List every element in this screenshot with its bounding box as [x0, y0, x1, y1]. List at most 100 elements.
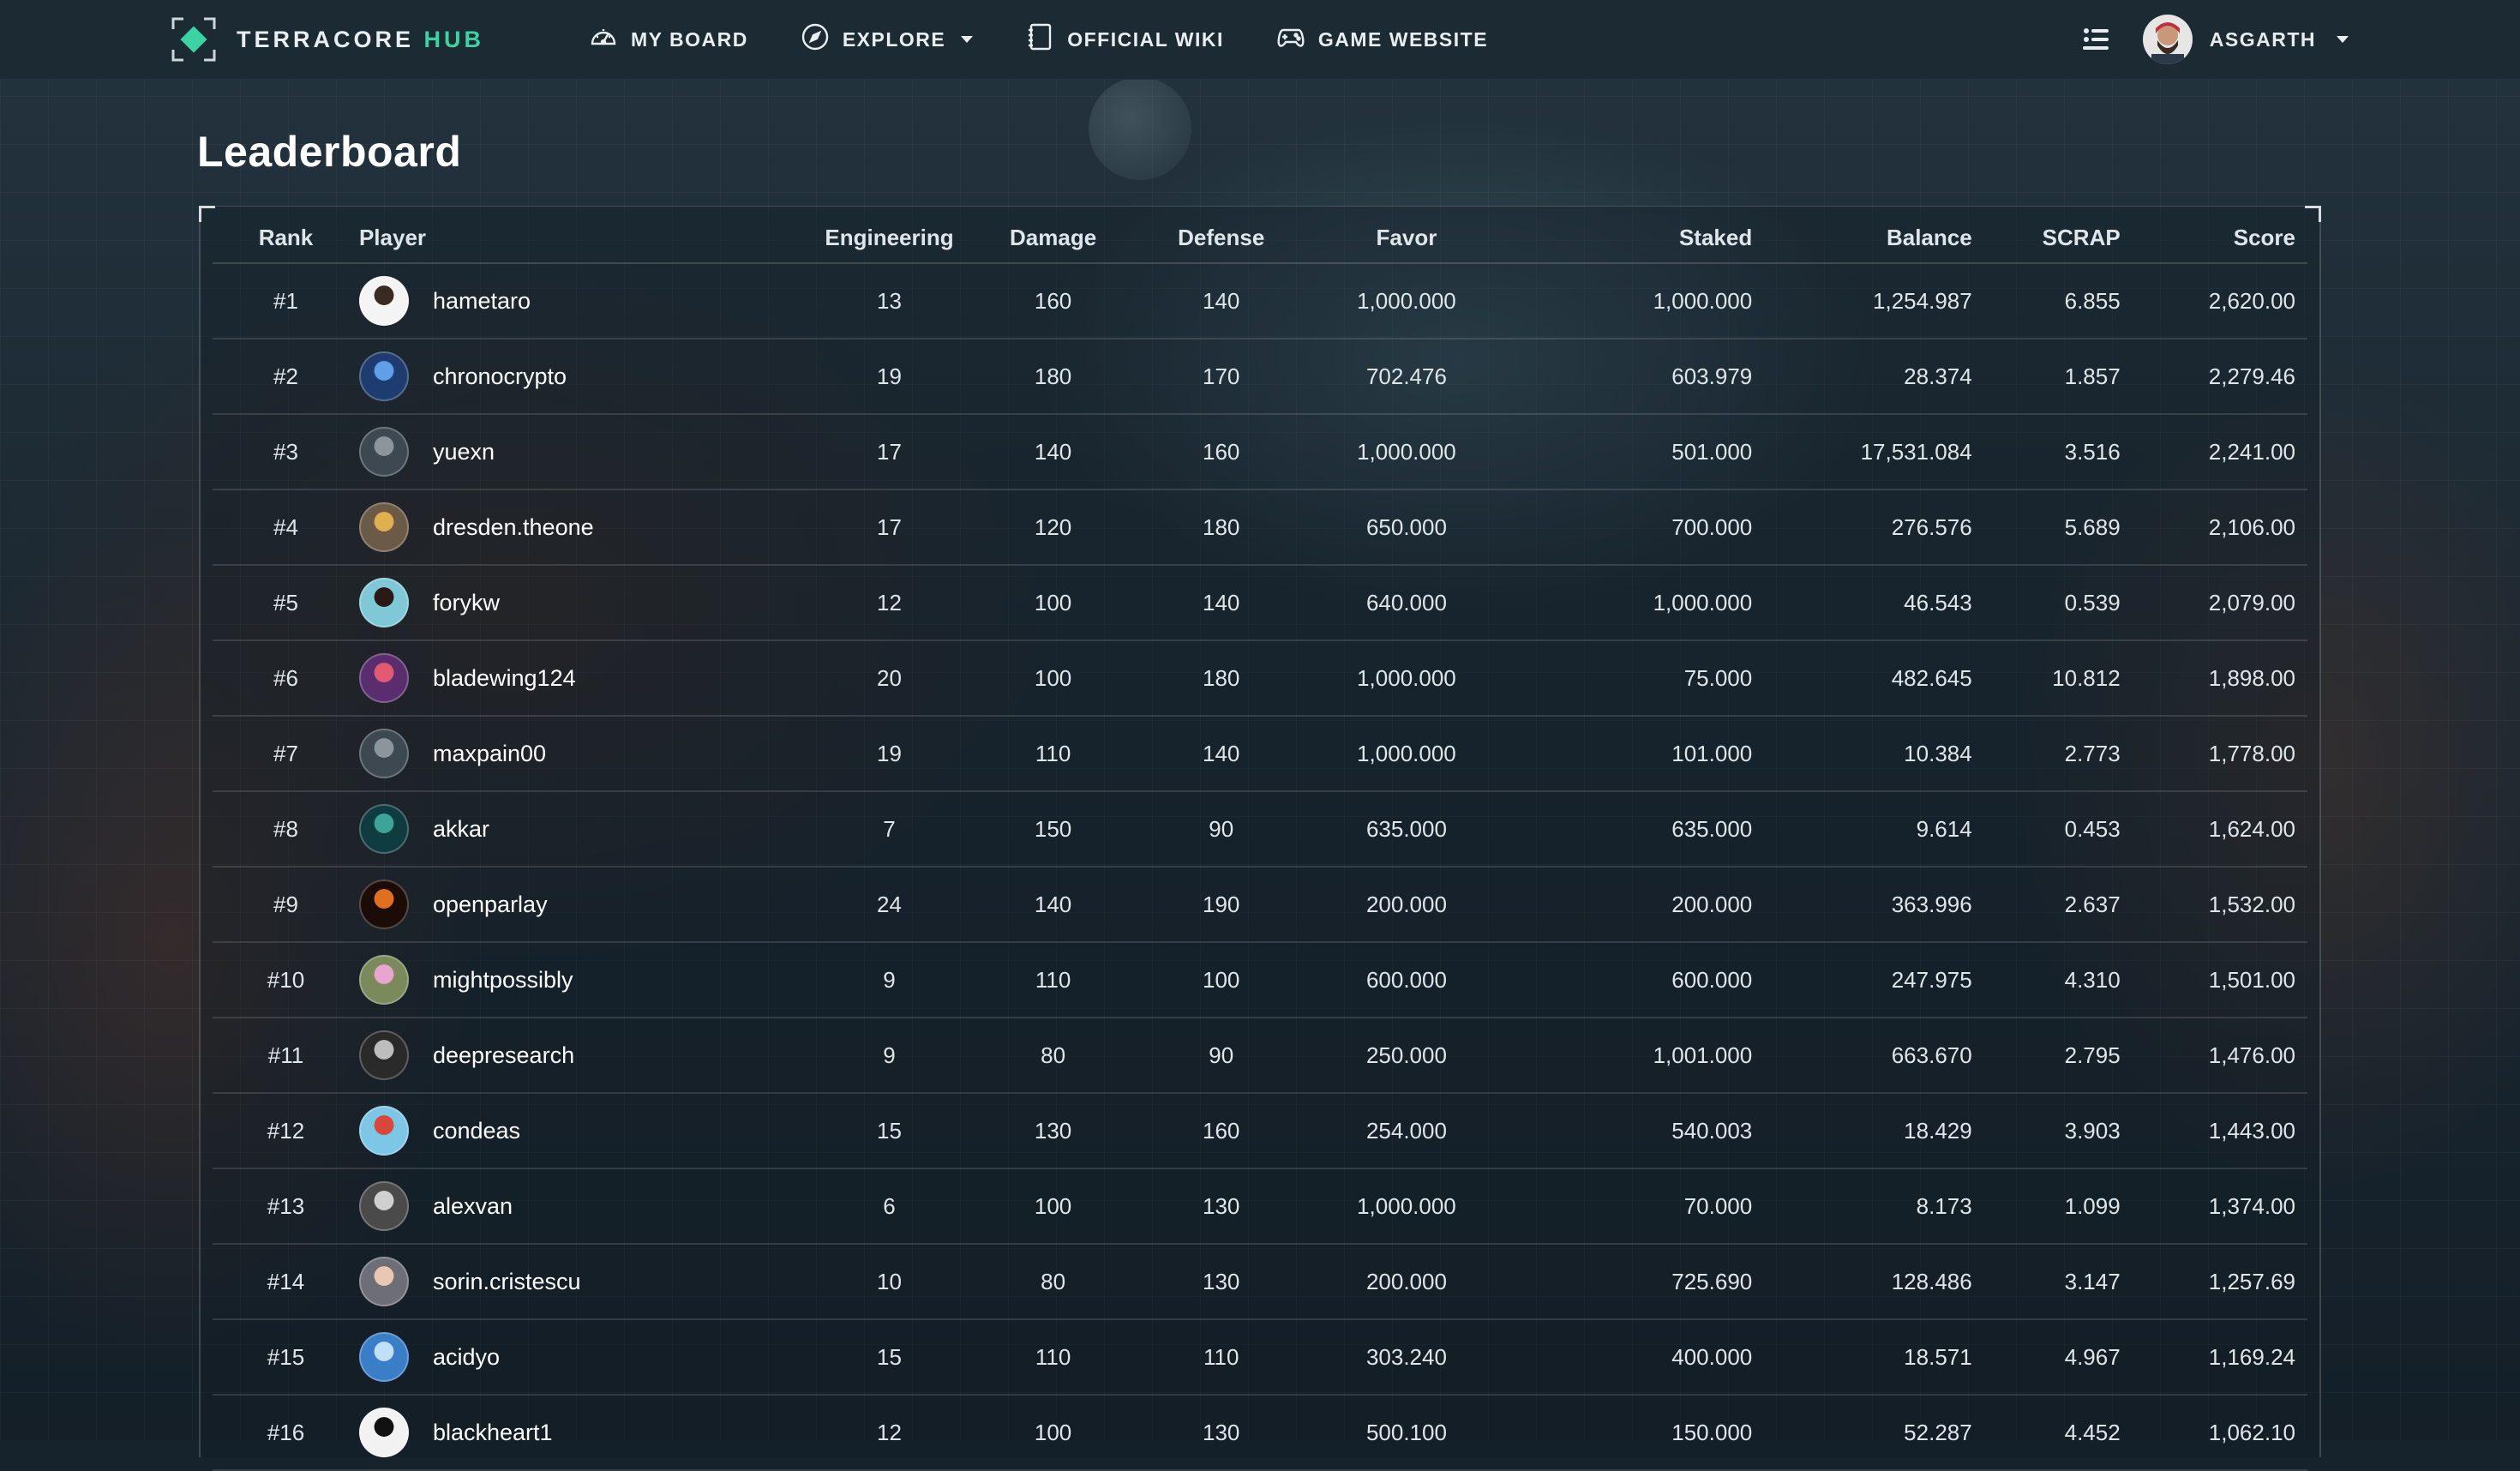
table-row[interactable]: #9 openparlay 24 140 190 200.000 200.000…	[213, 867, 2307, 943]
player-avatar	[358, 1332, 409, 1382]
gauge-icon	[588, 21, 619, 57]
cell-score: 1,532.00	[2120, 867, 2307, 943]
table-row[interactable]: #14 sorin.cristescu 10 80 130 200.000 72…	[213, 1244, 2307, 1320]
col-header-damage[interactable]: Damage	[953, 213, 1153, 264]
cell-favor: 635.000	[1290, 791, 1523, 868]
table-row[interactable]: #3 yuexn 17 140 160 1,000.000 501.000 17…	[213, 414, 2307, 490]
terracore-logo-icon	[171, 17, 216, 62]
player-name[interactable]: hametaro	[433, 288, 531, 315]
nav-official-wiki-label: OFFICIAL WIKI	[1067, 27, 1224, 51]
gamepad-icon	[1275, 21, 1306, 57]
main-nav: MY BOARD EXPLORE OFFICIAL WIKI GAME WEBS…	[588, 0, 1488, 79]
table-row[interactable]: #1 hametaro 13 160 140 1,000.000 1,000.0…	[213, 263, 2307, 339]
col-header-staked[interactable]: Staked	[1522, 213, 1753, 264]
player-info[interactable]: alexvan	[358, 1181, 825, 1231]
player-info[interactable]: condeas	[358, 1106, 825, 1156]
cell-damage: 80	[953, 1018, 1153, 1094]
brand-title: TERRACORE HUB	[237, 26, 485, 52]
player-name[interactable]: openparlay	[433, 892, 548, 918]
table-row[interactable]: #13 alexvan 6 100 130 1,000.000 70.000 8…	[213, 1168, 2307, 1245]
player-info[interactable]: akkar	[358, 804, 825, 854]
player-info[interactable]: hametaro	[358, 276, 825, 326]
player-info[interactable]: forykw	[358, 578, 825, 627]
player-name[interactable]: yuexn	[433, 439, 495, 465]
player-name[interactable]: condeas	[433, 1118, 520, 1144]
cell-player: chronocrypto	[358, 339, 825, 415]
table-row[interactable]: #7 maxpain00 19 110 140 1,000.000 101.00…	[213, 716, 2307, 792]
table-row[interactable]: #11 deepresearch 9 80 90 250.000 1,001.0…	[213, 1018, 2307, 1094]
cell-balance: 276.576	[1752, 489, 1972, 566]
cell-player: mightpossibly	[358, 942, 825, 1018]
cell-damage: 140	[953, 414, 1153, 490]
player-info[interactable]: dresden.theone	[358, 502, 825, 552]
cell-damage: 110	[953, 1319, 1153, 1396]
col-header-scrap[interactable]: SCRAP	[1971, 213, 2121, 264]
player-name[interactable]: maxpain00	[433, 741, 546, 767]
cell-rank: #12	[213, 1093, 359, 1169]
cell-damage: 110	[953, 716, 1153, 792]
player-name[interactable]: dresden.theone	[433, 514, 594, 541]
nav-game-website[interactable]: GAME WEBSITE	[1275, 21, 1488, 57]
table-row[interactable]: #6 bladewing124 20 100 180 1,000.000 75.…	[213, 640, 2307, 717]
table-row[interactable]: #5 forykw 12 100 140 640.000 1,000.000 4…	[213, 565, 2307, 641]
table-row[interactable]: #2 chronocrypto 19 180 170 702.476 603.9…	[213, 339, 2307, 415]
table-row[interactable]: #10 mightpossibly 9 110 100 600.000 600.…	[213, 942, 2307, 1018]
background-moon	[1089, 77, 1191, 180]
player-info[interactable]: openparlay	[358, 880, 825, 929]
player-info[interactable]: yuexn	[358, 427, 825, 477]
player-info[interactable]: blackheart1	[358, 1408, 825, 1457]
col-header-engineering[interactable]: Engineering	[825, 213, 954, 264]
cell-scrap: 5.689	[1971, 489, 2121, 566]
col-header-player[interactable]: Player	[358, 213, 825, 264]
player-name[interactable]: forykw	[433, 590, 500, 616]
nav-explore[interactable]: EXPLORE	[800, 21, 974, 57]
user-menu[interactable]: ASGARTH	[2142, 15, 2349, 64]
col-header-favor[interactable]: Favor	[1290, 213, 1523, 264]
table-row[interactable]: #8 akkar 7 150 90 635.000 635.000 9.614 …	[213, 791, 2307, 868]
player-name[interactable]: chronocrypto	[433, 363, 567, 390]
table-row[interactable]: #16 blackheart1 12 100 130 500.100 150.0…	[213, 1395, 2307, 1471]
cell-balance: 663.670	[1752, 1018, 1972, 1094]
cell-scrap: 10.812	[1971, 640, 2121, 717]
cell-staked: 70.000	[1522, 1168, 1753, 1245]
list-menu-icon[interactable]	[2079, 22, 2114, 57]
col-header-defense[interactable]: Defense	[1152, 213, 1291, 264]
brand[interactable]: TERRACORE HUB	[171, 0, 484, 79]
player-name[interactable]: deepresearch	[433, 1042, 574, 1069]
cell-score: 2,079.00	[2120, 565, 2307, 641]
col-header-balance[interactable]: Balance	[1752, 213, 1972, 264]
player-avatar	[358, 1106, 409, 1156]
cell-engineering: 9	[825, 1018, 954, 1094]
player-info[interactable]: mightpossibly	[358, 955, 825, 1005]
cell-scrap: 2.795	[1971, 1018, 2121, 1094]
player-name[interactable]: blackheart1	[433, 1420, 553, 1446]
player-info[interactable]: sorin.cristescu	[358, 1257, 825, 1306]
chevron-down-icon	[2337, 36, 2349, 43]
nav-my-board[interactable]: MY BOARD	[588, 21, 748, 57]
cell-defense: 160	[1152, 414, 1291, 490]
player-name[interactable]: sorin.cristescu	[433, 1269, 581, 1295]
cell-damage: 100	[953, 1168, 1153, 1245]
table-row[interactable]: #15 acidyo 15 110 110 303.240 400.000 18…	[213, 1319, 2307, 1396]
player-name[interactable]: akkar	[433, 816, 489, 843]
cell-staked: 150.000	[1522, 1395, 1753, 1471]
table-row[interactable]: #12 condeas 15 130 160 254.000 540.003 1…	[213, 1093, 2307, 1169]
cell-score: 1,443.00	[2120, 1093, 2307, 1169]
player-name[interactable]: bladewing124	[433, 665, 576, 692]
col-header-score[interactable]: Score	[2120, 213, 2307, 264]
col-header-rank[interactable]: Rank	[213, 213, 359, 264]
player-info[interactable]: acidyo	[358, 1332, 825, 1382]
player-info[interactable]: deepresearch	[358, 1030, 825, 1080]
player-info[interactable]: bladewing124	[358, 653, 825, 703]
compass-icon	[800, 21, 831, 57]
nav-official-wiki[interactable]: OFFICIAL WIKI	[1024, 21, 1224, 57]
player-info[interactable]: chronocrypto	[358, 351, 825, 401]
table-row[interactable]: #4 dresden.theone 17 120 180 650.000 700…	[213, 489, 2307, 566]
player-info[interactable]: maxpain00	[358, 729, 825, 778]
player-name[interactable]: alexvan	[433, 1193, 513, 1220]
cell-balance: 18.429	[1752, 1093, 1972, 1169]
player-name[interactable]: mightpossibly	[433, 967, 573, 994]
cell-rank: #3	[213, 414, 359, 490]
cell-staked: 400.000	[1522, 1319, 1753, 1396]
player-name[interactable]: acidyo	[433, 1344, 500, 1371]
